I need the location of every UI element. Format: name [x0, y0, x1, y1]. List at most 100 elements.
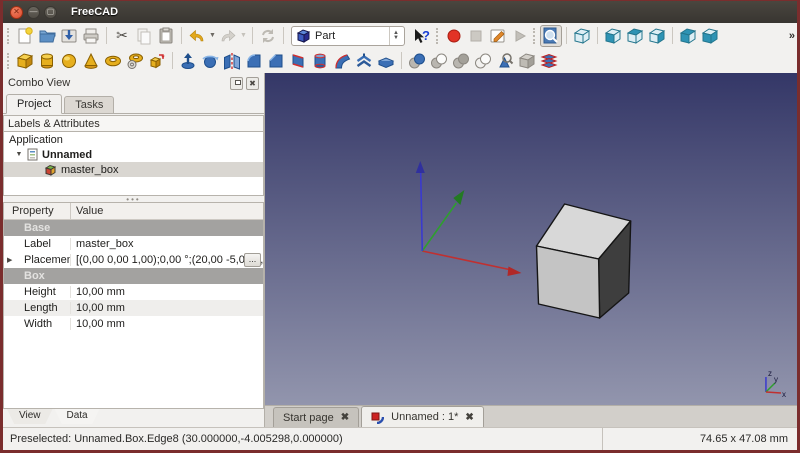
top-view-cube-icon [625, 26, 645, 46]
macro-play-button[interactable] [509, 25, 531, 47]
close-tab-icon[interactable]: ✖ [465, 412, 473, 423]
part-primitives-button[interactable] [124, 50, 146, 72]
part-section-button[interactable] [472, 50, 494, 72]
print-button[interactable] [80, 25, 102, 47]
part-boolean-button[interactable] [406, 50, 428, 72]
part-cut-button[interactable] [428, 50, 450, 72]
refresh-icon [258, 26, 278, 46]
save-document-button[interactable] [58, 25, 80, 47]
section-spheres-icon [473, 51, 493, 71]
box-icon [15, 51, 35, 71]
property-editor-tabs: View Data [3, 409, 264, 427]
workbench-selector[interactable]: Part ▲▼ [291, 26, 405, 46]
window-minimize-button[interactable]: — [27, 6, 40, 19]
property-row-placement[interactable]: ▶ Placement [(0,00 0,00 1,00);0,00 °;(20… [4, 252, 263, 268]
property-row-height[interactable]: Height 10,00 mm [4, 284, 263, 300]
view-front-button[interactable] [602, 25, 624, 47]
part-check-geometry-button[interactable] [494, 50, 516, 72]
new-document-icon [15, 26, 35, 46]
window-close-button[interactable]: ✕ [10, 6, 23, 19]
toolbar-drag-handle[interactable] [436, 28, 439, 44]
part-defeaturing-button[interactable] [516, 50, 538, 72]
tab-tasks[interactable]: Tasks [64, 96, 114, 114]
tab-data[interactable]: Data [55, 409, 100, 424]
check-geometry-icon [495, 51, 515, 71]
property-group-base[interactable]: Base [4, 220, 263, 236]
cut-button[interactable]: ✂ [111, 25, 133, 47]
view-right-button[interactable] [646, 25, 668, 47]
window-title: FreeCAD [71, 6, 118, 18]
part-cylinder-button[interactable] [36, 50, 58, 72]
paste-button[interactable] [155, 25, 177, 47]
fit-all-button[interactable] [540, 25, 562, 47]
view-bottom-button[interactable] [699, 25, 721, 47]
refresh-button[interactable] [257, 25, 279, 47]
copy-button[interactable] [133, 25, 155, 47]
panel-float-button[interactable] [230, 77, 243, 90]
part-shape-builder-button[interactable] [146, 50, 168, 72]
workbench-selector-spinner[interactable]: ▲▼ [389, 27, 402, 45]
part-ruled-surface-button[interactable] [287, 50, 309, 72]
3d-viewport[interactable]: z y x [265, 73, 797, 405]
toolbar-drag-handle[interactable] [7, 28, 10, 44]
part-workbench-icon [296, 28, 311, 43]
part-union-button[interactable] [450, 50, 472, 72]
open-document-button[interactable] [36, 25, 58, 47]
offset-icon [354, 51, 374, 71]
part-box-button[interactable] [14, 50, 36, 72]
chamfer-icon [266, 51, 286, 71]
part-sphere-button[interactable] [58, 50, 80, 72]
tab-view[interactable]: View [7, 409, 53, 424]
tree-item-document[interactable]: ▼ Unnamed [4, 147, 263, 162]
macro-edit-button[interactable] [487, 25, 509, 47]
property-row-length[interactable]: Length 10,00 mm [4, 300, 263, 316]
macro-stop-button[interactable] [465, 25, 487, 47]
part-cone-button[interactable] [80, 50, 102, 72]
view-axonometric-button[interactable] [571, 25, 593, 47]
column-property: Property [4, 203, 71, 219]
part-torus-button[interactable] [102, 50, 124, 72]
whats-this-button[interactable]: ? [408, 25, 434, 47]
toolbar-drag-handle[interactable] [533, 28, 536, 44]
part-thickness-button[interactable] [375, 50, 397, 72]
panel-close-button[interactable]: ✖ [246, 77, 259, 90]
part-fillet-button[interactable] [243, 50, 265, 72]
tree-item-application[interactable]: Application [4, 132, 263, 147]
view-top-button[interactable] [624, 25, 646, 47]
part-cross-sections-button[interactable] [538, 50, 560, 72]
view-rear-button[interactable] [677, 25, 699, 47]
part-mirror-button[interactable] [221, 50, 243, 72]
toolbar-separator [106, 27, 107, 44]
undo-dropdown-arrow[interactable]: ▼ [208, 32, 217, 39]
property-group-box[interactable]: Box [4, 268, 263, 284]
freecad-document-icon [371, 411, 384, 424]
macro-record-button[interactable] [443, 25, 465, 47]
expander-icon[interactable]: ▼ [14, 151, 24, 158]
close-icon: ✖ [249, 79, 256, 88]
toolbar-overflow-button[interactable]: » [789, 30, 795, 42]
mdi-tab-start-page[interactable]: Start page ✖ [273, 407, 359, 427]
open-folder-icon [37, 26, 57, 46]
expander-icon[interactable]: ▶ [7, 256, 12, 264]
nav-axis-x-label: x [782, 390, 786, 399]
property-row-width[interactable]: Width 10,00 mm [4, 316, 263, 332]
property-row-label[interactable]: Label master_box [4, 236, 263, 252]
tree-item-master-box[interactable]: master_box [4, 162, 263, 177]
redo-button[interactable] [217, 25, 239, 47]
redo-dropdown-arrow[interactable]: ▼ [239, 32, 248, 39]
part-sweep-button[interactable] [331, 50, 353, 72]
tab-project[interactable]: Project [6, 94, 62, 114]
new-document-button[interactable] [14, 25, 36, 47]
window-maximize-button[interactable]: ▢ [44, 6, 57, 19]
mdi-tab-document[interactable]: Unnamed : 1* ✖ [361, 406, 484, 427]
placement-edit-button[interactable]: ... [244, 253, 261, 267]
part-loft-button[interactable] [309, 50, 331, 72]
close-tab-icon[interactable]: ✖ [341, 412, 349, 423]
toolbar-separator [252, 27, 253, 44]
part-chamfer-button[interactable] [265, 50, 287, 72]
toolbar-drag-handle[interactable] [7, 53, 10, 69]
part-extrude-button[interactable] [177, 50, 199, 72]
undo-button[interactable] [186, 25, 208, 47]
part-revolve-button[interactable] [199, 50, 221, 72]
part-offset-button[interactable] [353, 50, 375, 72]
